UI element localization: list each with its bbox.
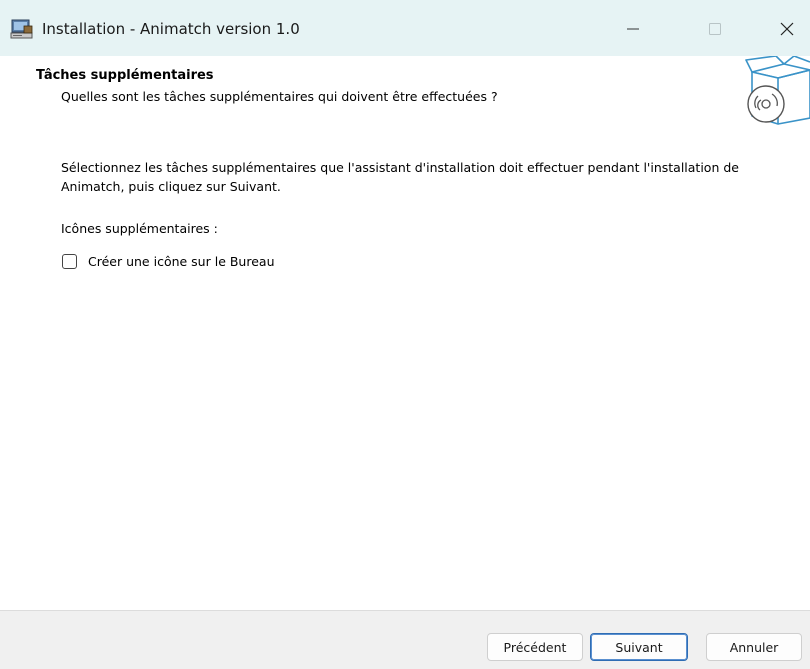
desktop-icon-checkbox-label[interactable]: Créer une icône sur le Bureau [88, 253, 275, 270]
minimize-button[interactable] [610, 13, 656, 45]
section-label-additional-icons: Icônes supplémentaires : [61, 221, 218, 236]
installer-window: Installation - Animatch version 1.0 Tâch… [0, 0, 810, 669]
maximize-button[interactable] [692, 13, 738, 45]
installer-computer-icon [10, 18, 34, 40]
close-button[interactable] [764, 13, 810, 45]
title-bar[interactable]: Installation - Animatch version 1.0 [0, 0, 810, 56]
desktop-icon-checkbox[interactable] [62, 254, 77, 269]
instructions-text: Sélectionnez les tâches supplémentaires … [61, 160, 739, 194]
minimize-icon [627, 23, 639, 35]
next-button[interactable]: Suivant [590, 633, 688, 661]
page-title: Tâches supplémentaires [36, 68, 214, 83]
software-box-disc-icon [744, 55, 810, 128]
page-subtitle: Quelles sont les tâches supplémentaires … [61, 89, 498, 104]
task-desktop-icon[interactable]: Créer une icône sur le Bureau [62, 253, 275, 270]
button-bar: Précédent Suivant Annuler [0, 610, 810, 669]
back-button[interactable]: Précédent [487, 633, 583, 661]
maximize-icon [709, 23, 721, 35]
window-title: Installation - Animatch version 1.0 [42, 20, 300, 38]
cancel-button[interactable]: Annuler [706, 633, 802, 661]
close-icon [780, 22, 794, 36]
